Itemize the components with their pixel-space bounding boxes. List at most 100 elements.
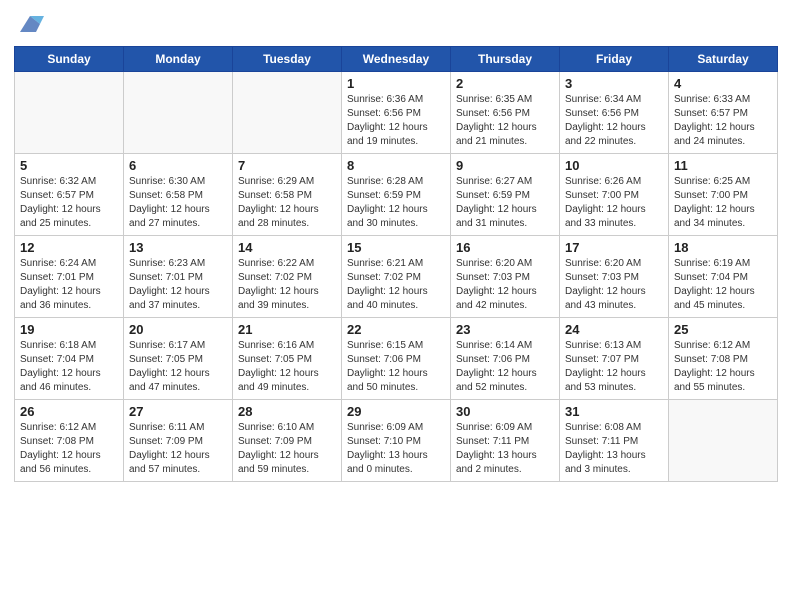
day-info: Sunrise: 6:22 AM Sunset: 7:02 PM Dayligh… bbox=[238, 257, 336, 313]
day-info: Sunrise: 6:32 AM Sunset: 6:57 PM Dayligh… bbox=[20, 175, 118, 231]
day-number: 19 bbox=[20, 322, 118, 337]
day-number: 26 bbox=[20, 404, 118, 419]
day-number: 3 bbox=[565, 76, 663, 91]
calendar-cell: 11Sunrise: 6:25 AM Sunset: 7:00 PM Dayli… bbox=[669, 154, 778, 236]
calendar-week-row: 1 Sunrise: 6:36 AM Sunset: 6:56 PM Daylig… bbox=[15, 72, 778, 154]
weekday-header: Tuesday bbox=[233, 47, 342, 72]
weekday-header: Sunday bbox=[15, 47, 124, 72]
calendar-cell: 31Sunrise: 6:08 AM Sunset: 7:11 PM Dayli… bbox=[560, 400, 669, 482]
day-info: Sunrise: 6:21 AM Sunset: 7:02 PM Dayligh… bbox=[347, 257, 445, 313]
day-info: Sunrise: 6:30 AM Sunset: 6:58 PM Dayligh… bbox=[129, 175, 227, 231]
day-info: Sunrise: 6:10 AM Sunset: 7:09 PM Dayligh… bbox=[238, 421, 336, 477]
calendar-cell: 25Sunrise: 6:12 AM Sunset: 7:08 PM Dayli… bbox=[669, 318, 778, 400]
day-number: 22 bbox=[347, 322, 445, 337]
calendar-cell: 19 Sunrise: 6:18 AM Sunset: 7:04 PM Dayli… bbox=[15, 318, 124, 400]
day-number: 23 bbox=[456, 322, 554, 337]
day-number: 1 bbox=[347, 76, 445, 91]
weekday-header: Wednesday bbox=[342, 47, 451, 72]
day-number: 27 bbox=[129, 404, 227, 419]
day-number: 28 bbox=[238, 404, 336, 419]
calendar-cell bbox=[669, 400, 778, 482]
logo-icon bbox=[16, 10, 44, 38]
calendar-cell: 17Sunrise: 6:20 AM Sunset: 7:03 PM Dayli… bbox=[560, 236, 669, 318]
calendar-cell: 21Sunrise: 6:16 AM Sunset: 7:05 PM Dayli… bbox=[233, 318, 342, 400]
calendar-cell: 26 Sunrise: 6:12 AM Sunset: 7:08 PM Dayli… bbox=[15, 400, 124, 482]
page: SundayMondayTuesdayWednesdayThursdayFrid… bbox=[0, 0, 792, 612]
weekday-header: Saturday bbox=[669, 47, 778, 72]
day-info: Sunrise: 6:08 AM Sunset: 7:11 PM Dayligh… bbox=[565, 421, 663, 477]
calendar-cell: 14 Sunrise: 6:22 AM Sunset: 7:02 PM Dayli… bbox=[233, 236, 342, 318]
calendar-cell: 5 Sunrise: 6:32 AM Sunset: 6:57 PM Daylig… bbox=[15, 154, 124, 236]
calendar-cell: 2 Sunrise: 6:35 AM Sunset: 6:56 PM Daylig… bbox=[451, 72, 560, 154]
calendar-cell: 9 Sunrise: 6:27 AM Sunset: 6:59 PM Daylig… bbox=[451, 154, 560, 236]
day-number: 20 bbox=[129, 322, 227, 337]
day-info: Sunrise: 6:27 AM Sunset: 6:59 PM Dayligh… bbox=[456, 175, 554, 231]
calendar-cell: 15Sunrise: 6:21 AM Sunset: 7:02 PM Dayli… bbox=[342, 236, 451, 318]
day-info: Sunrise: 6:26 AM Sunset: 7:00 PM Dayligh… bbox=[565, 175, 663, 231]
day-info: Sunrise: 6:17 AM Sunset: 7:05 PM Dayligh… bbox=[129, 339, 227, 395]
calendar-cell bbox=[15, 72, 124, 154]
calendar-week-row: 19 Sunrise: 6:18 AM Sunset: 7:04 PM Dayli… bbox=[15, 318, 778, 400]
day-number: 11 bbox=[674, 158, 772, 173]
day-number: 8 bbox=[347, 158, 445, 173]
calendar-cell: 4 Sunrise: 6:33 AM Sunset: 6:57 PM Daylig… bbox=[669, 72, 778, 154]
calendar-cell: 23 Sunrise: 6:14 AM Sunset: 7:06 PM Dayli… bbox=[451, 318, 560, 400]
day-number: 14 bbox=[238, 240, 336, 255]
calendar-cell: 16Sunrise: 6:20 AM Sunset: 7:03 PM Dayli… bbox=[451, 236, 560, 318]
calendar-cell: 3Sunrise: 6:34 AM Sunset: 6:56 PM Daylig… bbox=[560, 72, 669, 154]
day-info: Sunrise: 6:19 AM Sunset: 7:04 PM Dayligh… bbox=[674, 257, 772, 313]
calendar-cell: 20 Sunrise: 6:17 AM Sunset: 7:05 PM Dayli… bbox=[124, 318, 233, 400]
day-info: Sunrise: 6:33 AM Sunset: 6:57 PM Dayligh… bbox=[674, 93, 772, 149]
calendar-week-row: 12Sunrise: 6:24 AM Sunset: 7:01 PM Dayli… bbox=[15, 236, 778, 318]
day-info: Sunrise: 6:13 AM Sunset: 7:07 PM Dayligh… bbox=[565, 339, 663, 395]
day-number: 25 bbox=[674, 322, 772, 337]
day-info: Sunrise: 6:11 AM Sunset: 7:09 PM Dayligh… bbox=[129, 421, 227, 477]
day-info: Sunrise: 6:23 AM Sunset: 7:01 PM Dayligh… bbox=[129, 257, 227, 313]
calendar-cell: 30 Sunrise: 6:09 AM Sunset: 7:11 PM Dayli… bbox=[451, 400, 560, 482]
day-info: Sunrise: 6:09 AM Sunset: 7:11 PM Dayligh… bbox=[456, 421, 554, 477]
day-info: Sunrise: 6:18 AM Sunset: 7:04 PM Dayligh… bbox=[20, 339, 118, 395]
day-number: 9 bbox=[456, 158, 554, 173]
day-number: 4 bbox=[674, 76, 772, 91]
day-info: Sunrise: 6:16 AM Sunset: 7:05 PM Dayligh… bbox=[238, 339, 336, 395]
calendar-week-row: 5 Sunrise: 6:32 AM Sunset: 6:57 PM Daylig… bbox=[15, 154, 778, 236]
day-number: 5 bbox=[20, 158, 118, 173]
weekday-header: Monday bbox=[124, 47, 233, 72]
day-number: 7 bbox=[238, 158, 336, 173]
calendar-cell: 1 Sunrise: 6:36 AM Sunset: 6:56 PM Daylig… bbox=[342, 72, 451, 154]
day-info: Sunrise: 6:12 AM Sunset: 7:08 PM Dayligh… bbox=[20, 421, 118, 477]
calendar-cell: 13 Sunrise: 6:23 AM Sunset: 7:01 PM Dayli… bbox=[124, 236, 233, 318]
day-number: 29 bbox=[347, 404, 445, 419]
calendar-table: SundayMondayTuesdayWednesdayThursdayFrid… bbox=[14, 46, 778, 482]
calendar-cell bbox=[124, 72, 233, 154]
day-info: Sunrise: 6:20 AM Sunset: 7:03 PM Dayligh… bbox=[456, 257, 554, 313]
day-info: Sunrise: 6:36 AM Sunset: 6:56 PM Dayligh… bbox=[347, 93, 445, 149]
day-info: Sunrise: 6:09 AM Sunset: 7:10 PM Dayligh… bbox=[347, 421, 445, 477]
day-info: Sunrise: 6:35 AM Sunset: 6:56 PM Dayligh… bbox=[456, 93, 554, 149]
calendar-cell: 7 Sunrise: 6:29 AM Sunset: 6:58 PM Daylig… bbox=[233, 154, 342, 236]
header-row: SundayMondayTuesdayWednesdayThursdayFrid… bbox=[15, 47, 778, 72]
day-info: Sunrise: 6:14 AM Sunset: 7:06 PM Dayligh… bbox=[456, 339, 554, 395]
day-info: Sunrise: 6:15 AM Sunset: 7:06 PM Dayligh… bbox=[347, 339, 445, 395]
day-info: Sunrise: 6:29 AM Sunset: 6:58 PM Dayligh… bbox=[238, 175, 336, 231]
calendar-cell bbox=[233, 72, 342, 154]
day-number: 6 bbox=[129, 158, 227, 173]
header bbox=[14, 10, 778, 38]
calendar-cell: 22 Sunrise: 6:15 AM Sunset: 7:06 PM Dayli… bbox=[342, 318, 451, 400]
day-number: 13 bbox=[129, 240, 227, 255]
calendar-cell: 24Sunrise: 6:13 AM Sunset: 7:07 PM Dayli… bbox=[560, 318, 669, 400]
calendar-cell: 12Sunrise: 6:24 AM Sunset: 7:01 PM Dayli… bbox=[15, 236, 124, 318]
day-info: Sunrise: 6:20 AM Sunset: 7:03 PM Dayligh… bbox=[565, 257, 663, 313]
calendar-cell: 10Sunrise: 6:26 AM Sunset: 7:00 PM Dayli… bbox=[560, 154, 669, 236]
calendar-cell: 29 Sunrise: 6:09 AM Sunset: 7:10 PM Dayli… bbox=[342, 400, 451, 482]
day-number: 2 bbox=[456, 76, 554, 91]
calendar-cell: 28 Sunrise: 6:10 AM Sunset: 7:09 PM Dayli… bbox=[233, 400, 342, 482]
logo bbox=[14, 10, 44, 38]
day-number: 12 bbox=[20, 240, 118, 255]
day-number: 18 bbox=[674, 240, 772, 255]
calendar-cell: 27 Sunrise: 6:11 AM Sunset: 7:09 PM Dayli… bbox=[124, 400, 233, 482]
weekday-header: Friday bbox=[560, 47, 669, 72]
day-number: 30 bbox=[456, 404, 554, 419]
weekday-header: Thursday bbox=[451, 47, 560, 72]
calendar-week-row: 26 Sunrise: 6:12 AM Sunset: 7:08 PM Dayli… bbox=[15, 400, 778, 482]
